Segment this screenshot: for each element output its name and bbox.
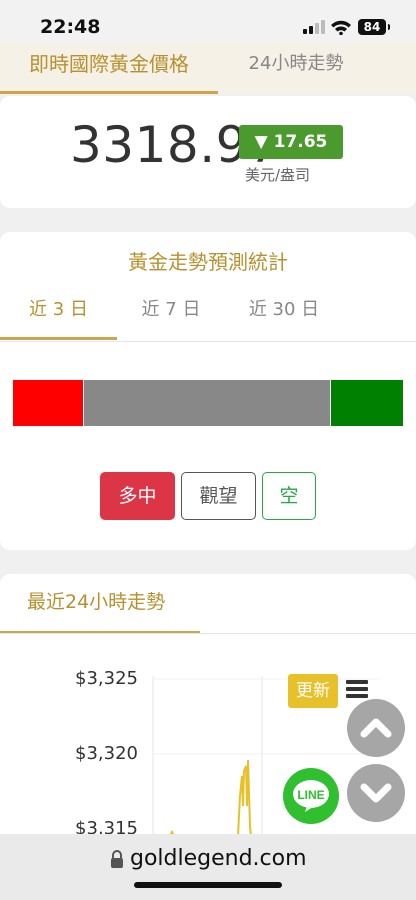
battery-icon: 84 [358, 19, 390, 35]
tab-24h-trend[interactable]: 24小時走勢 [218, 42, 374, 94]
url-display[interactable]: goldlegend.com [130, 846, 307, 871]
y-tick-label: $3,325 [75, 668, 138, 689]
tab-live-price[interactable]: 即時國際黃金價格 [0, 42, 218, 94]
line-label: LINE [297, 788, 324, 802]
price-card: 3318.97 [0, 96, 416, 208]
bar-segment-long [13, 380, 83, 426]
line-share-button[interactable]: LINE [283, 768, 339, 824]
bar-segment-wait [84, 380, 330, 426]
chart-title: 最近24小時走勢 [0, 574, 200, 634]
signal-icon [303, 20, 325, 34]
tab-30-days[interactable]: 近 30 日 [225, 290, 343, 340]
status-time: 22:48 [40, 16, 101, 38]
scroll-down-button[interactable] [347, 764, 405, 822]
top-tab-bar: 即時國際黃金價格 24小時走勢 [0, 42, 416, 94]
hamburger-icon[interactable] [346, 680, 368, 701]
tab-7-days[interactable]: 近 7 日 [117, 290, 225, 340]
price-change-badge: ▼ 17.65 [239, 125, 343, 159]
bar-segment-short [331, 380, 403, 426]
divider [0, 633, 416, 634]
y-tick-label: $3,320 [75, 743, 138, 764]
lock-icon [111, 850, 123, 868]
chart-price-line [169, 759, 252, 836]
short-button[interactable]: 空 [262, 472, 316, 520]
wait-button[interactable]: 觀望 [181, 472, 256, 520]
chevron-down-icon [360, 783, 392, 803]
update-button[interactable]: 更新 [288, 674, 338, 708]
prediction-title: 黃金走勢預測統計 [128, 250, 288, 274]
prediction-card: 黃金走勢預測統計 近 3 日 近 7 日 近 30 日 多中 觀望 空 [0, 232, 416, 550]
wifi-icon [331, 20, 351, 35]
tab-3-days[interactable]: 近 3 日 [0, 290, 117, 340]
prediction-tabs: 近 3 日 近 7 日 近 30 日 [0, 290, 416, 342]
scroll-up-button[interactable] [347, 699, 405, 757]
browser-bar: goldlegend.com [0, 834, 416, 900]
home-indicator[interactable] [134, 882, 282, 888]
long-button[interactable]: 多中 [100, 472, 175, 520]
line-logo-icon: LINE [293, 780, 329, 812]
price-unit: 美元/盎司 [245, 166, 311, 184]
chevron-up-icon [360, 718, 392, 738]
